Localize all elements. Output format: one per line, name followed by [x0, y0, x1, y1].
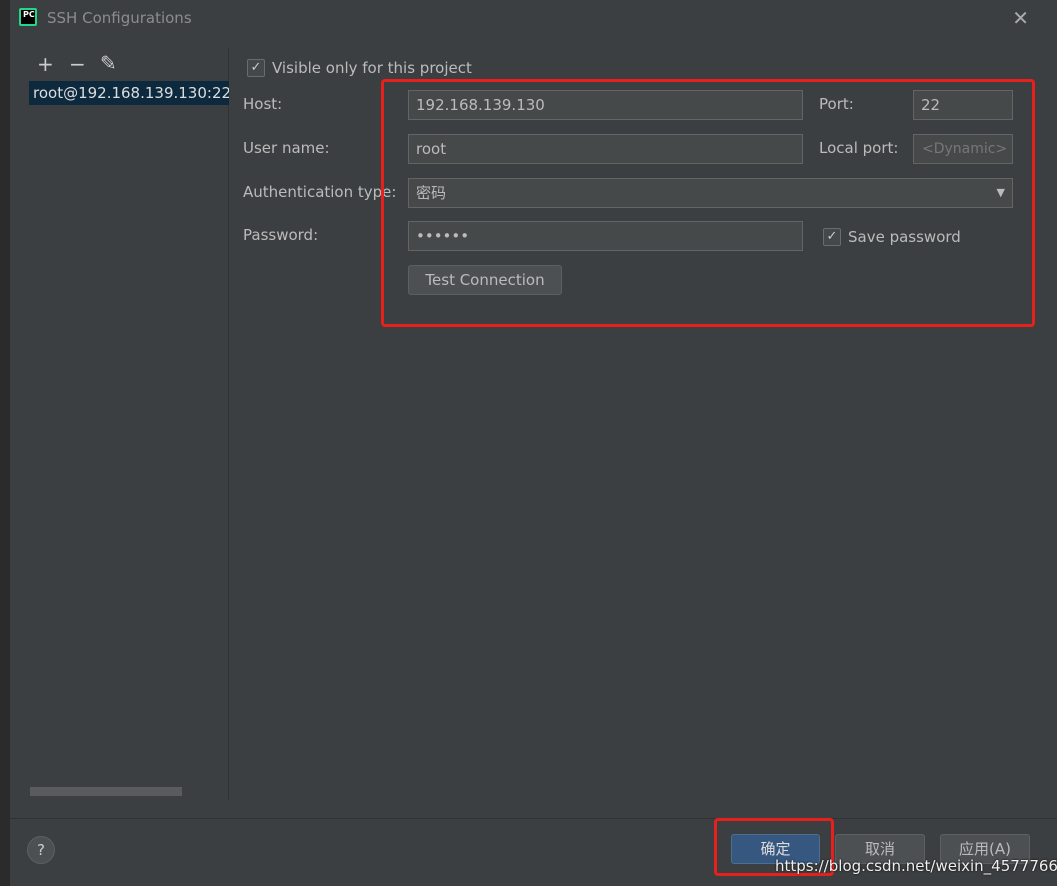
password-label: Password: — [243, 226, 319, 244]
dialog-footer — [10, 818, 1057, 819]
help-button[interactable]: ? — [27, 836, 55, 864]
auth-type-label: Authentication type: — [243, 183, 397, 201]
close-icon[interactable]: ✕ — [1012, 6, 1029, 30]
edit-icon[interactable]: ✎ — [100, 51, 117, 75]
config-list-item[interactable]: root@192.168.139.130:22 — [29, 81, 229, 105]
visible-only-checkbox[interactable]: ✓ — [247, 59, 265, 77]
ssh-configurations-dialog: PC SSH Configurations ✕ + − ✎ root@192.1… — [10, 0, 1057, 886]
title-bar: PC SSH Configurations ✕ — [10, 0, 1057, 38]
remove-icon[interactable]: − — [69, 52, 86, 76]
user-name-label: User name: — [243, 139, 330, 157]
watermark: https://blog.csdn.net/weixin_45777669 — [775, 857, 1057, 875]
visible-only-label: Visible only for this project — [272, 59, 472, 77]
host-label: Host: — [243, 95, 283, 113]
dialog-title: SSH Configurations — [47, 9, 192, 27]
add-icon[interactable]: + — [37, 52, 54, 76]
highlight-annotation — [381, 79, 1035, 327]
horizontal-scrollbar[interactable] — [30, 787, 182, 796]
config-list-panel: + − ✎ root@192.168.139.130:22 — [28, 48, 229, 800]
pycharm-logo-icon: PC — [19, 8, 37, 26]
